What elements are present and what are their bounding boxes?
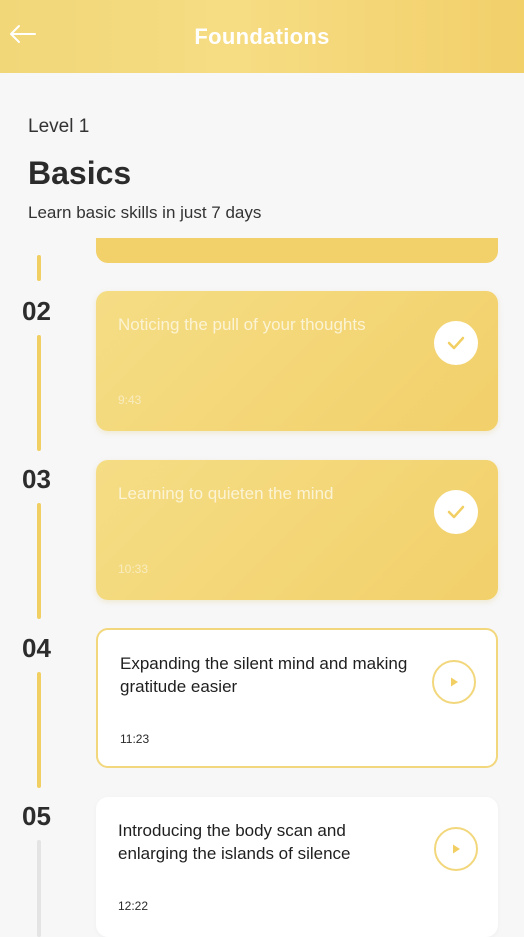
session-number: 04 — [22, 633, 51, 663]
check-icon — [447, 336, 465, 350]
completed-badge — [434, 490, 478, 534]
top-bar: Foundations — [0, 0, 524, 73]
play-button[interactable] — [432, 660, 476, 704]
session-card[interactable]: Noticing the pull of your thoughts 9:43 — [96, 291, 498, 431]
session-duration: 9:43 — [118, 393, 142, 407]
session-number: 05 — [22, 801, 51, 831]
session-number: 03 — [22, 464, 51, 494]
session-card[interactable]: Expanding the silent mind and making gra… — [96, 628, 498, 768]
play-icon — [451, 677, 458, 687]
session-title: Introducing the body scan and enlarging … — [118, 821, 351, 863]
check-icon — [447, 505, 465, 519]
level-subtitle: Learn basic skills in just 7 days — [28, 203, 262, 222]
timeline-line — [37, 672, 41, 788]
play-button[interactable] — [434, 827, 478, 871]
session-duration: 10:33 — [118, 562, 149, 576]
arrow-left-icon — [10, 25, 36, 43]
session-duration: 12:22 — [118, 899, 149, 913]
timeline-line — [37, 335, 41, 451]
completed-badge — [434, 321, 478, 365]
level-title: Basics — [28, 155, 132, 191]
session-number: 02 — [22, 296, 51, 326]
session-duration: 11:23 — [120, 732, 150, 746]
timeline-line — [37, 255, 41, 281]
session-card-partial[interactable] — [96, 238, 498, 263]
session-card[interactable]: Introducing the body scan and enlarging … — [96, 797, 498, 937]
session-title: Expanding the silent mind and making gra… — [120, 654, 408, 696]
play-icon — [453, 844, 460, 854]
back-button[interactable] — [4, 18, 40, 50]
timeline-line — [37, 503, 41, 619]
timeline-line — [37, 840, 41, 937]
session-title: Learning to quieten the mind — [118, 484, 334, 503]
session-card[interactable]: Learning to quieten the mind 10:33 — [96, 460, 498, 600]
level-label: Level 1 — [28, 116, 90, 137]
header-title: Foundations — [194, 23, 330, 49]
session-title: Noticing the pull of your thoughts — [118, 315, 366, 334]
